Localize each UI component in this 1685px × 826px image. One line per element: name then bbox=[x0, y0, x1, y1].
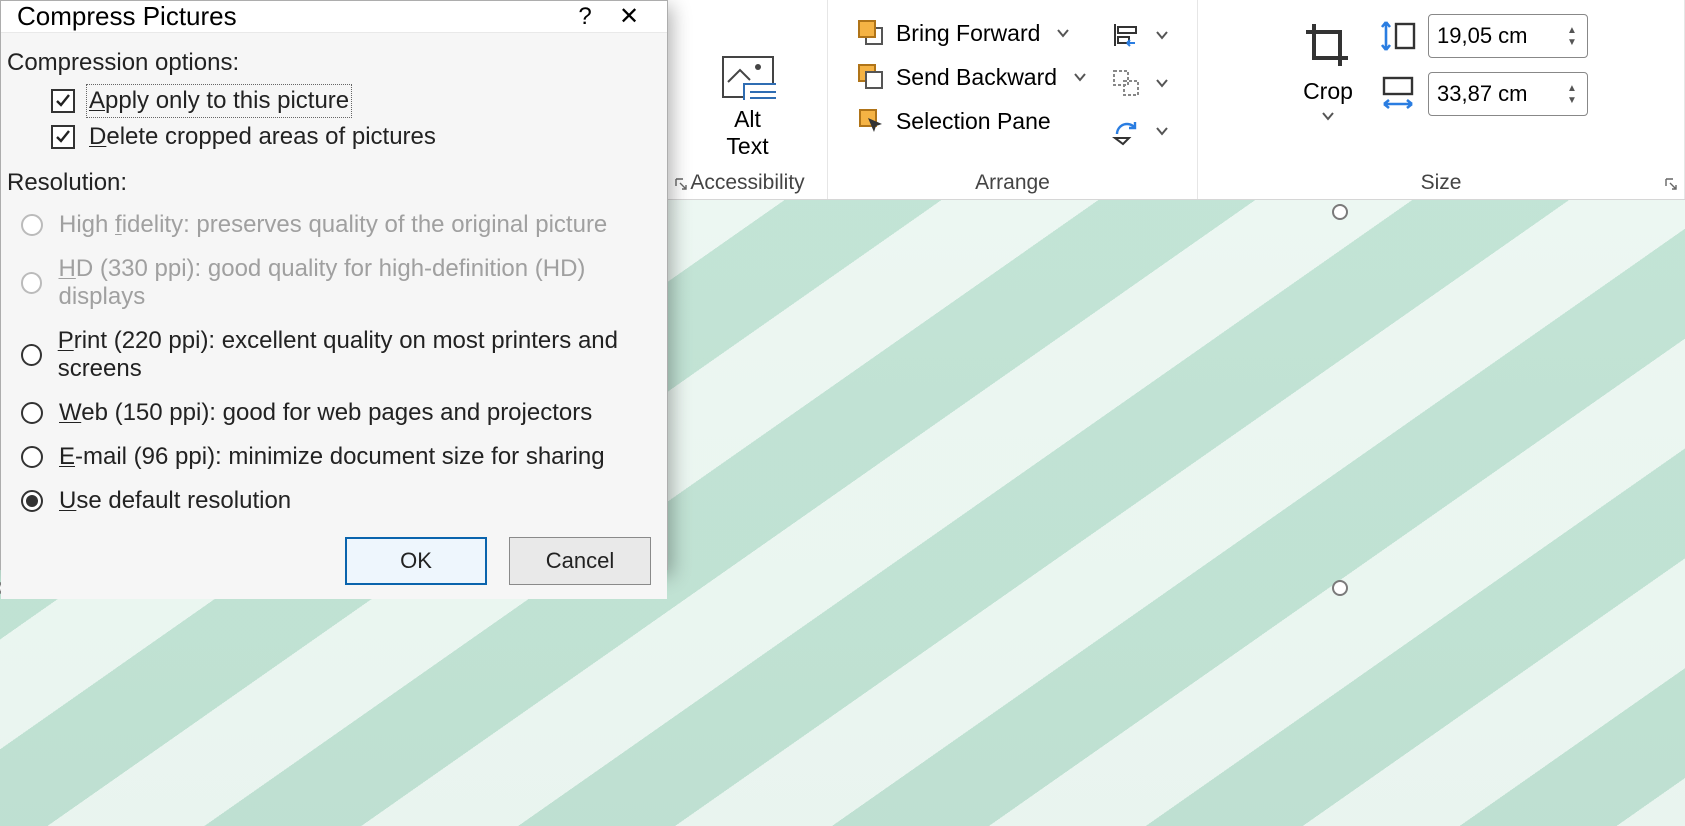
cancel-button[interactable]: Cancel bbox=[509, 537, 651, 585]
selection-handle-top[interactable] bbox=[1332, 204, 1348, 220]
selection-handle-right[interactable] bbox=[1332, 580, 1348, 596]
delete-cropped-checkbox[interactable] bbox=[51, 125, 75, 149]
radio-email[interactable] bbox=[21, 446, 43, 468]
compression-options-heading: Compression options: bbox=[7, 49, 661, 77]
height-input[interactable]: 19,05 cm ▲ ▼ bbox=[1428, 14, 1588, 58]
group-label-arrange: Arrange bbox=[975, 165, 1050, 195]
help-button[interactable]: ? bbox=[563, 3, 607, 31]
crop-dropdown-icon bbox=[1321, 109, 1335, 123]
send-backward-button[interactable]: Send Backward bbox=[850, 58, 1063, 96]
delete-cropped-label[interactable]: Delete cropped areas of pictures bbox=[89, 123, 436, 151]
bring-forward-icon bbox=[856, 18, 886, 48]
group-label-accessibility: Accessibility bbox=[690, 165, 804, 195]
selection-pane-button[interactable]: Selection Pane bbox=[850, 102, 1057, 140]
resolution-heading: Resolution: bbox=[7, 169, 661, 197]
width-icon bbox=[1378, 74, 1418, 114]
alt-text-label: Alt Text bbox=[726, 106, 768, 161]
ok-button[interactable]: OK bbox=[345, 537, 487, 585]
ribbon-group-arrange: Bring Forward Send Back bbox=[828, 0, 1198, 199]
crop-button[interactable]: Crop bbox=[1294, 14, 1362, 127]
rotate-dropdown[interactable] bbox=[1149, 118, 1175, 144]
ribbon-group-size: Crop 19,05 cm ▲ bbox=[1198, 0, 1685, 199]
radio-email-label[interactable]: E-mail (96 ppi): minimize document size … bbox=[59, 443, 605, 471]
send-backward-dropdown[interactable] bbox=[1063, 66, 1097, 88]
accessibility-launcher[interactable] bbox=[672, 175, 690, 193]
send-backward-icon bbox=[856, 62, 886, 92]
bring-forward-split: Bring Forward bbox=[850, 14, 1097, 52]
ribbon-group-accessibility: Alt Text Accessibility bbox=[668, 0, 828, 199]
height-value: 19,05 cm bbox=[1437, 23, 1565, 49]
width-value: 33,87 cm bbox=[1437, 81, 1565, 107]
radio-web[interactable] bbox=[21, 402, 43, 424]
bring-forward-label: Bring Forward bbox=[896, 20, 1040, 47]
group-dropdown[interactable] bbox=[1149, 70, 1175, 96]
selection-pane-row: Selection Pane bbox=[850, 102, 1097, 140]
send-backward-label: Send Backward bbox=[896, 64, 1057, 91]
alt-text-icon bbox=[720, 54, 776, 100]
dialog-title: Compress Pictures bbox=[17, 1, 563, 32]
height-icon bbox=[1378, 16, 1418, 56]
radio-hd-label: HD (330 ppi): good quality for high-defi… bbox=[58, 255, 661, 311]
radio-web-label[interactable]: Web (150 ppi): good for web pages and pr… bbox=[59, 399, 592, 427]
radio-default[interactable] bbox=[21, 490, 43, 512]
dialog-titlebar: Compress Pictures ? ✕ bbox=[1, 1, 667, 33]
radio-print[interactable] bbox=[21, 344, 42, 366]
align-dropdown[interactable] bbox=[1149, 22, 1175, 48]
bring-forward-button[interactable]: Bring Forward bbox=[850, 14, 1046, 52]
align-button[interactable] bbox=[1105, 14, 1147, 56]
bring-forward-dropdown[interactable] bbox=[1046, 22, 1080, 44]
height-spin-down[interactable]: ▼ bbox=[1565, 37, 1579, 47]
apply-only-label[interactable]: Apply only to this picture bbox=[89, 87, 349, 115]
selection-pane-icon bbox=[856, 106, 886, 136]
crop-icon bbox=[1300, 18, 1356, 74]
apply-only-checkbox[interactable] bbox=[51, 89, 75, 113]
height-spin-up[interactable]: ▲ bbox=[1565, 25, 1579, 35]
close-button[interactable]: ✕ bbox=[607, 2, 651, 31]
size-launcher[interactable] bbox=[1662, 175, 1680, 193]
alt-text-button[interactable]: Alt Text bbox=[714, 50, 782, 165]
selection-pane-label: Selection Pane bbox=[896, 108, 1051, 135]
radio-high-fidelity-label: High fidelity: preserves quality of the … bbox=[59, 211, 607, 239]
compress-pictures-dialog: Compress Pictures ? ✕ Compression option… bbox=[0, 0, 668, 570]
group-label-size: Size bbox=[1421, 165, 1462, 195]
group-button[interactable] bbox=[1105, 62, 1147, 104]
ribbon: Alt Text Accessibility Bring F bbox=[668, 0, 1685, 200]
radio-hd bbox=[21, 272, 42, 294]
crop-label: Crop bbox=[1303, 78, 1353, 105]
radio-default-label[interactable]: Use default resolution bbox=[59, 487, 291, 515]
send-backward-split: Send Backward bbox=[850, 58, 1097, 96]
radio-high-fidelity bbox=[21, 214, 43, 236]
width-spin-up[interactable]: ▲ bbox=[1565, 83, 1579, 93]
width-input[interactable]: 33,87 cm ▲ ▼ bbox=[1428, 72, 1588, 116]
rotate-button[interactable] bbox=[1105, 110, 1147, 152]
radio-print-label[interactable]: Print (220 ppi): excellent quality on mo… bbox=[58, 327, 661, 383]
width-spin-down[interactable]: ▼ bbox=[1565, 95, 1579, 105]
